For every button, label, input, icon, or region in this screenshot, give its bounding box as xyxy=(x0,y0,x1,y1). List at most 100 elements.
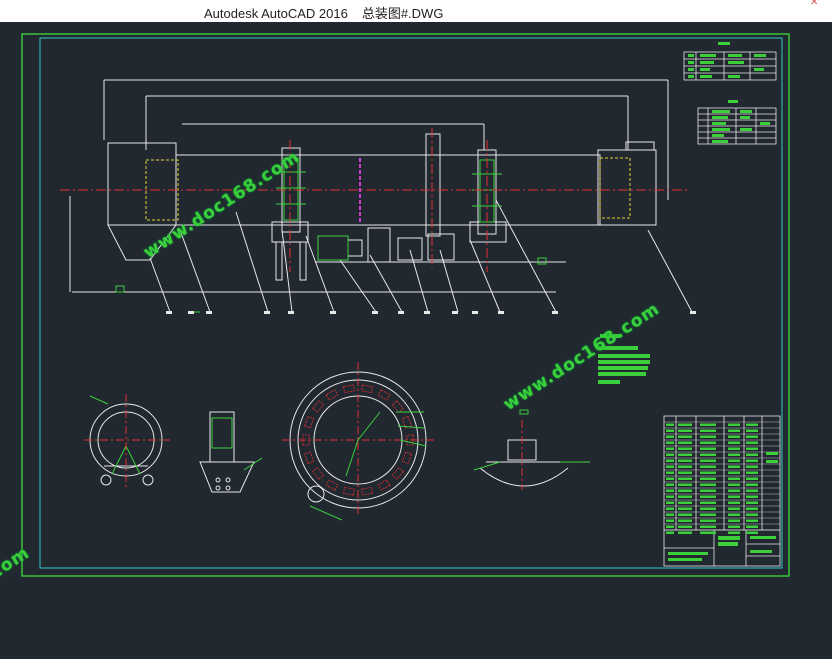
spec-table-2-fill xyxy=(712,100,770,143)
gear-tooth xyxy=(325,389,339,401)
parts-list-cell-text xyxy=(678,441,692,444)
drawing-canvas[interactable]: www.doc168.com www.doc168.com www.doc168… xyxy=(0,22,832,659)
parts-list-cell-text xyxy=(746,531,758,534)
parts-list-cell-text xyxy=(700,423,716,426)
parts-list-cell-text xyxy=(728,495,740,498)
parts-list-cell-text xyxy=(728,507,740,510)
parts-list-cell-text xyxy=(746,423,758,426)
parts-list-cell-text xyxy=(728,435,740,438)
gear-tooth xyxy=(304,451,315,465)
parts-list-cell-text xyxy=(746,471,758,474)
parts-list-cell-text xyxy=(678,471,692,474)
parts-list-cell-text xyxy=(678,519,692,522)
parts-list-cell-text xyxy=(700,471,716,474)
parts-list-cell-text xyxy=(666,453,674,456)
gear-tooth xyxy=(391,467,404,480)
gear-tooth xyxy=(377,479,391,491)
parts-list-cell-text xyxy=(700,489,716,492)
parts-list-cell-text xyxy=(746,489,758,492)
parts-list-cell-text xyxy=(746,453,758,456)
watermark-3: www.doc168.com xyxy=(0,542,34,659)
parts-list-cell-text xyxy=(666,435,674,438)
parts-list-cell-text xyxy=(700,447,716,450)
outer-frame xyxy=(21,33,790,577)
parts-list-cell-text xyxy=(728,465,740,468)
parts-list-cell-text xyxy=(746,519,758,522)
parts-list-cell-text xyxy=(700,513,716,516)
parts-list-cell-text xyxy=(678,459,692,462)
window-title: Autodesk AutoCAD 2016 总装图#.DWG xyxy=(204,3,443,22)
gear-tooth xyxy=(361,486,373,496)
parts-list-cell-text xyxy=(678,489,692,492)
parts-list-cell-text xyxy=(700,459,716,462)
parts-list-cell-text xyxy=(700,507,716,510)
parts-list-cell-text xyxy=(746,525,758,528)
parts-list-cell-text xyxy=(678,429,692,432)
parts-list-cell-text xyxy=(700,477,716,480)
gear-tooth xyxy=(377,389,391,401)
cad-drawing xyxy=(21,33,790,577)
title-block-text xyxy=(668,452,778,561)
parts-list-cell-text xyxy=(678,513,692,516)
parts-list-cell-text xyxy=(700,501,716,504)
main-assembly xyxy=(69,79,693,313)
parts-list-cell-text xyxy=(728,519,740,522)
parts-list-cell-text xyxy=(678,477,692,480)
gear-tooth xyxy=(391,400,404,413)
gear-tooth xyxy=(343,486,355,496)
gear-tooth xyxy=(312,467,325,480)
parts-list-cell-text xyxy=(728,441,740,444)
parts-list-cell-text xyxy=(666,429,674,432)
parts-list-cell-text xyxy=(728,447,740,450)
parts-list-cell-text xyxy=(678,447,692,450)
parts-list-cell-text xyxy=(746,507,758,510)
parts-list-cell-text xyxy=(678,435,692,438)
detail-roller xyxy=(199,411,255,493)
parts-list-cell-text xyxy=(666,489,674,492)
gear-tooth xyxy=(401,451,412,465)
detail-gear-axis xyxy=(282,362,434,516)
parts-list-cell-text xyxy=(666,459,674,462)
parts-list-cell-text xyxy=(746,513,758,516)
title-bar: Autodesk AutoCAD 2016 总装图#.DWG ✕ xyxy=(0,0,832,23)
parts-list-cell-text xyxy=(678,525,692,528)
parts-list-cell-text xyxy=(666,465,674,468)
parts-list-cell-text xyxy=(728,423,740,426)
parts-list-cell-text xyxy=(746,477,758,480)
parts-list-cell-text xyxy=(700,453,716,456)
gear-tooth xyxy=(304,415,315,429)
close-icon[interactable]: ✕ xyxy=(810,0,824,8)
part-balloons xyxy=(166,311,696,314)
gear-tooth xyxy=(361,384,373,394)
parts-list-cell-text xyxy=(746,495,758,498)
parts-list-cell-text xyxy=(666,441,674,444)
parts-list-cell-text xyxy=(700,435,716,438)
parts-list-cell-text xyxy=(700,531,716,534)
detail-gear-green xyxy=(309,411,427,521)
parts-list-cell-text xyxy=(746,501,758,504)
gear-tooth xyxy=(325,479,339,491)
parts-list-cell-text xyxy=(700,465,716,468)
parts-list-cell-text xyxy=(728,501,740,504)
parts-list-cell-text xyxy=(666,471,674,474)
parts-list-cell-text xyxy=(666,531,674,534)
app-name: Autodesk AutoCAD 2016 xyxy=(204,6,348,21)
parts-list-cell-text xyxy=(678,423,692,426)
parts-list-cell-text xyxy=(666,495,674,498)
detail-base xyxy=(479,439,569,487)
parts-list-cell-text xyxy=(666,525,674,528)
parts-list-cell-text xyxy=(746,459,758,462)
parts-list-cell-text xyxy=(728,429,740,432)
gear-tooth xyxy=(343,384,355,394)
file-name: 总装图#.DWG xyxy=(361,6,444,21)
parts-list-cell-text xyxy=(728,525,740,528)
parts-list-cell-text xyxy=(728,477,740,480)
parts-list-cell-text xyxy=(700,519,716,522)
parts-list-cell-text xyxy=(728,471,740,474)
parts-list-cell-text xyxy=(746,447,758,450)
parts-list-cell-text xyxy=(666,483,674,486)
parts-list-cell-text xyxy=(666,501,674,504)
parts-list-cell-text xyxy=(746,441,758,444)
parts-list-cell-text xyxy=(678,531,692,534)
parts-list-cell-text xyxy=(700,483,716,486)
